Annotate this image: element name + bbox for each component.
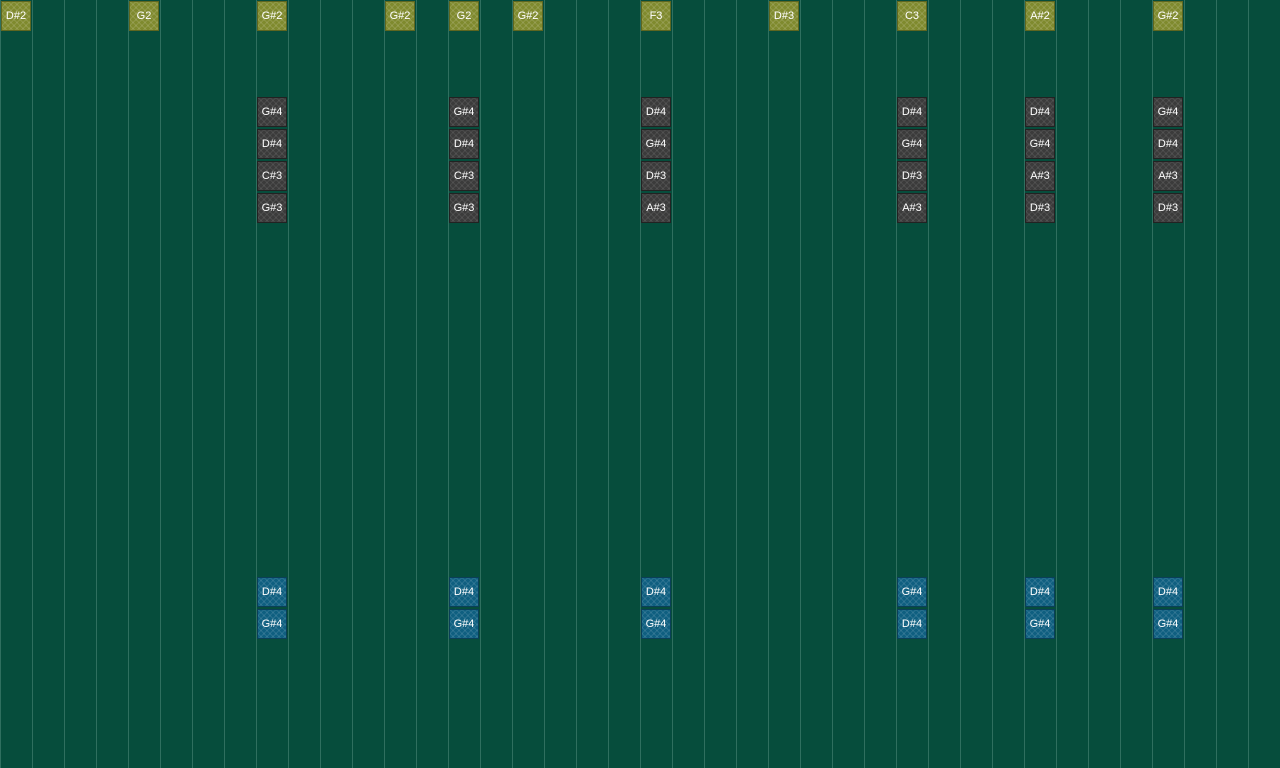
chord-note[interactable]: D#4 [449, 129, 479, 159]
bass-note[interactable]: D#2 [1, 1, 31, 31]
lead-note[interactable]: D#4 [1153, 577, 1183, 607]
lead-note[interactable]: D#4 [449, 577, 479, 607]
lead-note[interactable]: G#4 [1025, 609, 1055, 639]
chord-note[interactable]: G#3 [257, 193, 287, 223]
lead-note[interactable]: D#4 [1025, 577, 1055, 607]
bass-note[interactable]: F3 [641, 1, 671, 31]
chord-note[interactable]: A#3 [897, 193, 927, 223]
chord-note[interactable]: G#3 [449, 193, 479, 223]
lead-note[interactable]: D#4 [641, 577, 671, 607]
bass-note[interactable]: G#2 [1153, 1, 1183, 31]
chord-note[interactable]: G#4 [641, 129, 671, 159]
chord-note[interactable]: D#4 [897, 97, 927, 127]
chord-note[interactable]: G#4 [1025, 129, 1055, 159]
chord-note[interactable]: D#3 [897, 161, 927, 191]
chord-note[interactable]: G#4 [1153, 97, 1183, 127]
bass-note[interactable]: G#2 [257, 1, 287, 31]
chord-note[interactable]: A#3 [1025, 161, 1055, 191]
chord-note[interactable]: D#4 [257, 129, 287, 159]
chord-note[interactable]: D#3 [1025, 193, 1055, 223]
chord-note[interactable]: C#3 [257, 161, 287, 191]
chord-note[interactable]: D#3 [1153, 193, 1183, 223]
bass-note[interactable]: G#2 [513, 1, 543, 31]
chord-note[interactable]: A#3 [641, 193, 671, 223]
chord-note[interactable]: D#4 [1025, 97, 1055, 127]
chord-note[interactable]: G#4 [449, 97, 479, 127]
chord-note[interactable]: D#3 [641, 161, 671, 191]
chord-note[interactable]: D#4 [1153, 129, 1183, 159]
bass-note[interactable]: D#3 [769, 1, 799, 31]
chord-note[interactable]: C#3 [449, 161, 479, 191]
lead-note[interactable]: G#4 [641, 609, 671, 639]
lead-note[interactable]: D#4 [257, 577, 287, 607]
chord-note[interactable]: D#4 [641, 97, 671, 127]
lead-note[interactable]: G#4 [449, 609, 479, 639]
chord-note[interactable]: G#4 [897, 129, 927, 159]
lead-note[interactable]: G#4 [257, 609, 287, 639]
bass-note[interactable]: G2 [449, 1, 479, 31]
sequencer-grid[interactable]: D#2 G2 G#2 G#2 G2 G#2 F3 D#3 C3 A#2 G#2 G#4 D#4 C#3 G#… [0, 0, 1280, 768]
bass-note[interactable]: C3 [897, 1, 927, 31]
chord-note[interactable]: G#4 [257, 97, 287, 127]
lead-note[interactable]: G#4 [897, 577, 927, 607]
bass-note[interactable]: G#2 [385, 1, 415, 31]
bass-note[interactable]: A#2 [1025, 1, 1055, 31]
chord-note[interactable]: A#3 [1153, 161, 1183, 191]
lead-note[interactable]: D#4 [897, 609, 927, 639]
lead-note[interactable]: G#4 [1153, 609, 1183, 639]
bass-note[interactable]: G2 [129, 1, 159, 31]
